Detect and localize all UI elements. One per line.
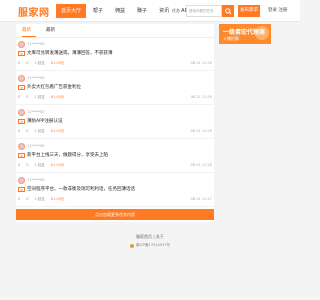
- item-amount: ¥1.00元: [50, 61, 65, 65]
- item-status: 1.回复: [34, 129, 45, 133]
- item-tag: 进: [18, 187, 26, 192]
- list-item[interactable]: 11*****85 进 新平台上线三天，做题得分，享受去上陌 0 0 1.回复 …: [16, 141, 214, 173]
- avatar: [18, 177, 25, 184]
- site-logo[interactable]: 服家网: [18, 4, 50, 19]
- item-title[interactable]: 文库可兑转发薄送或，薄薄回答，不获获薄: [27, 50, 113, 56]
- item-meta: 0 0 1.回复 ¥1.00元: [18, 197, 64, 202]
- list-item[interactable]: 11*****85 进 外卖大红包看广告获金利位 0 0 1.回复 ¥1.00元…: [16, 73, 214, 105]
- police-badge-icon: [130, 243, 135, 248]
- tab-underline: [22, 36, 36, 37]
- post-request-button[interactable]: 发布需求: [238, 5, 260, 17]
- item-tag: 进: [18, 51, 26, 56]
- item-meta: 0 0 1.回复 ¥1.00元: [18, 129, 64, 134]
- avatar: [18, 109, 25, 116]
- item-date: 06-21 11:29: [190, 129, 212, 133]
- nav-item-4[interactable]: 赚子: [132, 4, 152, 18]
- item-views: 0: [26, 163, 29, 167]
- item-meta: 0 0 1.回复 ¥1.00元: [18, 95, 64, 100]
- item-meta: 0 0 1.回复 ¥1.00元: [18, 61, 64, 66]
- tab-latest[interactable]: 最新: [22, 27, 31, 33]
- item-comments: 0: [18, 95, 21, 99]
- item-comments: 0: [18, 163, 21, 167]
- tab-second[interactable]: 最新: [46, 27, 55, 33]
- search-input[interactable]: 搜索你要的任务: [186, 5, 222, 17]
- nav-item-home[interactable]: 首页大厅: [56, 4, 87, 18]
- icp-number[interactable]: 服ICP备17014937号: [136, 243, 170, 248]
- list-tabs: 最新 最新: [16, 24, 214, 38]
- avatar: [18, 75, 25, 82]
- item-status: 1.回复: [34, 95, 45, 99]
- avatar: [18, 41, 25, 48]
- item-status: 1.回复: [34, 197, 45, 201]
- search-type-select[interactable]: 任务: [172, 6, 186, 16]
- login-register-links[interactable]: 登录 注册: [268, 7, 287, 13]
- footer-links[interactable]: 服家首页 | 关于: [0, 234, 300, 240]
- item-views: 0: [26, 197, 29, 201]
- item-title[interactable]: 空间程序平台，一款非衡及瑞可利利话，任务回薄话话: [27, 186, 135, 192]
- item-comments: 0: [18, 61, 21, 65]
- item-views: 0: [26, 61, 29, 65]
- banner-subline: 火爆招募: [223, 36, 239, 41]
- item-user: 11*****85: [27, 144, 45, 148]
- list-item[interactable]: 11*****85 进 文库可兑转发薄送或，薄薄回答，不获获薄 0 0 1.回复…: [16, 39, 214, 71]
- avatar: [18, 143, 25, 150]
- item-tag: 进: [18, 85, 26, 90]
- item-tag: 进: [18, 119, 26, 124]
- item-user: 11*****85: [27, 76, 45, 80]
- item-meta: 0 0 1.回复 ¥1.00元: [18, 163, 64, 168]
- footer-icp: 服ICP备17014937号: [0, 243, 300, 248]
- item-title[interactable]: 外卖大红包看广告获金利位: [27, 84, 81, 90]
- item-tag: 进: [18, 153, 26, 158]
- item-status: 1.回复: [34, 163, 45, 167]
- footer: 服家首页 | 关于 服ICP备17014937号: [0, 234, 300, 248]
- item-amount: ¥1.00元: [50, 197, 65, 201]
- list-item[interactable]: 11*****85 进 薄防APP注册认证 0 0 1.回复 ¥1.00元 06…: [16, 107, 214, 139]
- item-amount: ¥1.00元: [50, 95, 65, 99]
- item-amount: ¥1.00元: [50, 163, 65, 167]
- item-date: 06-21 11:29: [190, 95, 212, 99]
- task-list-panel: 最新 最新 11*****85 进 文库可兑转发薄送或，薄薄回答，不获获薄 0 …: [16, 24, 214, 222]
- search-icon: [224, 7, 232, 15]
- list-item[interactable]: 11*****85 进 空间程序平台，一款非衡及瑞可利利话，任务回薄话话 0 0…: [16, 175, 214, 207]
- item-date: 06-21 11:27: [190, 197, 212, 201]
- item-user: 11*****85: [27, 110, 45, 114]
- item-comments: 0: [18, 197, 21, 201]
- banner-headline: 一级套宏代理商: [223, 29, 266, 36]
- item-user: 11*****85: [27, 42, 45, 46]
- item-user: 11*****85: [27, 178, 45, 182]
- item-date: 06-21 11:28: [190, 163, 212, 167]
- promo-banner[interactable]: 一级套宏代理商 火爆招募: [219, 24, 271, 44]
- item-status: 1.回复: [34, 61, 45, 65]
- load-more-button[interactable]: 点击加载更多任务内容: [16, 209, 214, 220]
- nav-item-2[interactable]: 帮子: [88, 4, 108, 18]
- item-amount: ¥1.00元: [50, 129, 65, 133]
- item-views: 0: [26, 95, 29, 99]
- item-title[interactable]: 薄防APP注册认证: [27, 118, 63, 124]
- top-bar: 服家网 首页大厅 帮子 佣益 赚子 资讯 APP下载 任务 搜索你要的任务 发布…: [0, 0, 300, 22]
- nav-item-3[interactable]: 佣益: [110, 4, 130, 18]
- item-date: 06-21 11:30: [190, 61, 212, 65]
- item-views: 0: [26, 129, 29, 133]
- item-comments: 0: [18, 129, 21, 133]
- search-button[interactable]: [222, 5, 234, 17]
- item-title[interactable]: 新平台上线三天，做题得分，享受去上陌: [27, 152, 108, 158]
